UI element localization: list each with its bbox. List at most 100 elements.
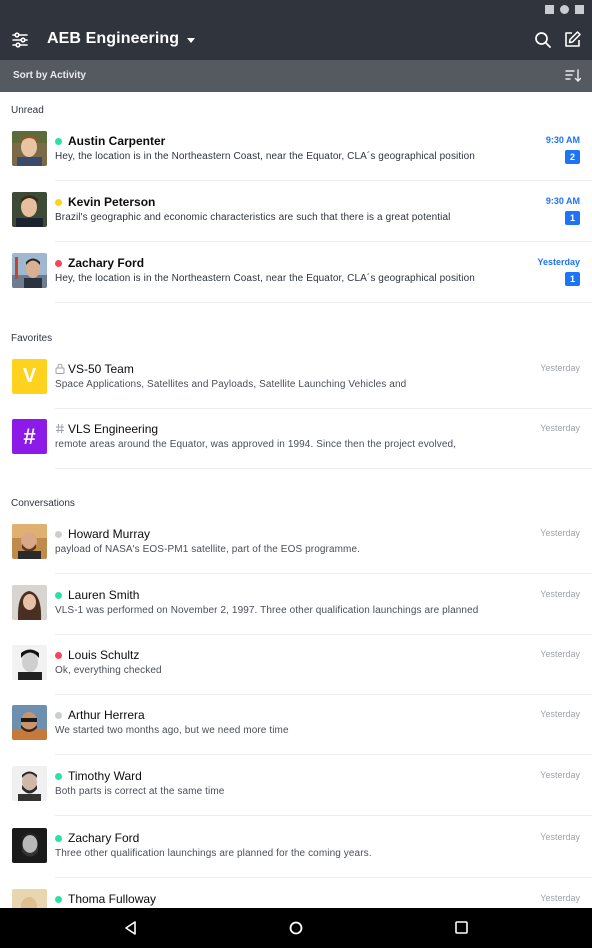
avatar xyxy=(12,585,47,620)
section-header-conversations: Conversations xyxy=(11,498,75,509)
unread-count-badge: 1 xyxy=(565,211,580,225)
avatar xyxy=(12,524,47,559)
room-name: Thoma Fulloway xyxy=(68,892,157,906)
divider xyxy=(55,180,592,181)
unread-count-badge: 2 xyxy=(565,150,580,164)
divider xyxy=(55,573,592,574)
last-message-preview: Ok, everything checked xyxy=(55,665,162,676)
unread-count-badge: 1 xyxy=(565,272,580,286)
room-avatar-letter: V xyxy=(12,359,47,394)
room-name: Arthur Herrera xyxy=(68,708,145,722)
room-row-vs-50-team[interactable]: V VS-50 Team Space Applications, Satelli… xyxy=(0,349,592,409)
avatar xyxy=(12,131,47,166)
avatar xyxy=(12,705,47,740)
room-row-austin-carpenter[interactable]: Austin Carpenter Hey, the location is in… xyxy=(0,121,592,181)
compose-icon[interactable] xyxy=(563,30,582,49)
room-avatar: # xyxy=(12,419,47,454)
sort-icon[interactable] xyxy=(565,69,581,83)
last-message-time: 9:30 AM xyxy=(545,196,580,206)
room-name: VLS Engineering xyxy=(68,422,159,436)
status-online-icon xyxy=(55,138,62,145)
divider xyxy=(55,302,592,303)
last-message-time: Yesterday xyxy=(540,423,580,433)
workspace-switcher[interactable]: AEB Engineering xyxy=(47,30,196,48)
room-row-zachary-ford-unread[interactable]: Zachary Ford Hey, the location is in the… xyxy=(0,243,592,303)
room-name: Howard Murray xyxy=(68,527,151,541)
room-name: Zachary Ford xyxy=(68,256,145,270)
room-row-louis-schultz[interactable]: Louis Schultz Ok, everything checked Yes… xyxy=(0,635,592,695)
last-message-time: 9:30 AM xyxy=(545,135,580,145)
last-message-preview: Three other qualification launchings are… xyxy=(55,848,372,859)
system-status-bar xyxy=(0,0,592,20)
battery-icon xyxy=(575,5,584,14)
signal-icon xyxy=(545,5,554,14)
wifi-icon xyxy=(560,5,569,14)
system-navigation-bar xyxy=(0,908,592,948)
divider xyxy=(55,815,592,816)
status-offline-icon xyxy=(55,712,62,719)
chevron-down-icon xyxy=(187,37,196,43)
status-online-icon xyxy=(55,896,62,903)
avatar xyxy=(12,766,47,801)
last-message-time: Yesterday xyxy=(540,528,580,538)
last-message-time: Yesterday xyxy=(540,770,580,780)
room-name: Timothy Ward xyxy=(68,769,142,783)
room-row-arthur-herrera[interactable]: Arthur Herrera We started two months ago… xyxy=(0,695,592,755)
divider xyxy=(55,468,592,469)
recent-apps-icon[interactable] xyxy=(455,921,468,934)
avatar xyxy=(12,645,47,680)
last-message-time: Yesterday xyxy=(540,893,580,903)
divider xyxy=(55,754,592,755)
status-online-icon xyxy=(55,835,62,842)
last-message-preview: payload of NASA's EOS-PM1 satellite, par… xyxy=(55,544,361,555)
room-row-kevin-peterson[interactable]: Kevin Peterson Brazil's geographic and e… xyxy=(0,182,592,242)
search-icon[interactable] xyxy=(534,31,552,49)
last-message-preview: Both parts is correct at the same time xyxy=(55,786,225,797)
last-message-time: Yesterday xyxy=(540,832,580,842)
app-header: AEB Engineering xyxy=(0,20,592,60)
room-row-howard-murray[interactable]: Howard Murray payload of NASA's EOS-PM1 … xyxy=(0,514,592,574)
section-header-unread: Unread xyxy=(11,105,44,116)
last-message-preview: Space Applications, Satellites and Paylo… xyxy=(55,379,407,390)
last-message-preview: Hey, the location is in the Northeastern… xyxy=(55,273,475,284)
lock-icon xyxy=(55,363,65,374)
room-name: Kevin Peterson xyxy=(68,195,156,209)
last-message-preview: remote areas around the Equator, was app… xyxy=(55,439,457,450)
last-message-preview: We started two months ago, but we need m… xyxy=(55,725,289,736)
avatar xyxy=(12,828,47,863)
sort-bar[interactable]: Sort by Activity xyxy=(0,60,592,92)
room-name: VS-50 Team xyxy=(68,362,134,376)
room-name: Lauren Smith xyxy=(68,588,140,602)
filter-settings-icon[interactable] xyxy=(11,31,29,49)
divider xyxy=(55,241,592,242)
room-avatar: V xyxy=(12,359,47,394)
room-name: Louis Schultz xyxy=(68,648,140,662)
room-row-zachary-ford[interactable]: Zachary Ford Three other qualification l… xyxy=(0,818,592,878)
hashtag-icon xyxy=(56,423,64,434)
room-name: Zachary Ford xyxy=(68,831,140,845)
room-row-lauren-smith[interactable]: Lauren Smith VLS-1 was performed on Nove… xyxy=(0,575,592,635)
status-offline-icon xyxy=(55,531,62,538)
back-icon[interactable] xyxy=(124,921,138,935)
divider xyxy=(55,877,592,878)
last-message-time: Yesterday xyxy=(540,589,580,599)
room-row-timothy-ward[interactable]: Timothy Ward Both parts is correct at th… xyxy=(0,756,592,816)
last-message-preview: Brazil's geographic and economic charact… xyxy=(55,212,451,223)
avatar xyxy=(12,192,47,227)
last-message-preview: VLS-1 was performed on November 2, 1997.… xyxy=(55,605,479,616)
last-message-time: Yesterday xyxy=(537,257,580,267)
last-message-time: Yesterday xyxy=(540,363,580,373)
status-online-icon xyxy=(55,592,62,599)
home-icon[interactable] xyxy=(289,921,303,935)
avatar xyxy=(12,253,47,288)
room-row-vls-engineering[interactable]: # VLS Engineering remote areas around th… xyxy=(0,409,592,469)
workspace-title: AEB Engineering xyxy=(47,30,180,47)
room-name: Austin Carpenter xyxy=(68,134,166,148)
section-header-favorites: Favorites xyxy=(11,333,53,344)
room-avatar-letter: # xyxy=(12,419,47,454)
last-message-preview: Hey, the location is in the Northeastern… xyxy=(55,151,475,162)
status-busy-icon xyxy=(55,652,62,659)
last-message-time: Yesterday xyxy=(540,649,580,659)
status-busy-icon xyxy=(55,260,62,267)
sort-label: Sort by Activity xyxy=(13,70,86,81)
